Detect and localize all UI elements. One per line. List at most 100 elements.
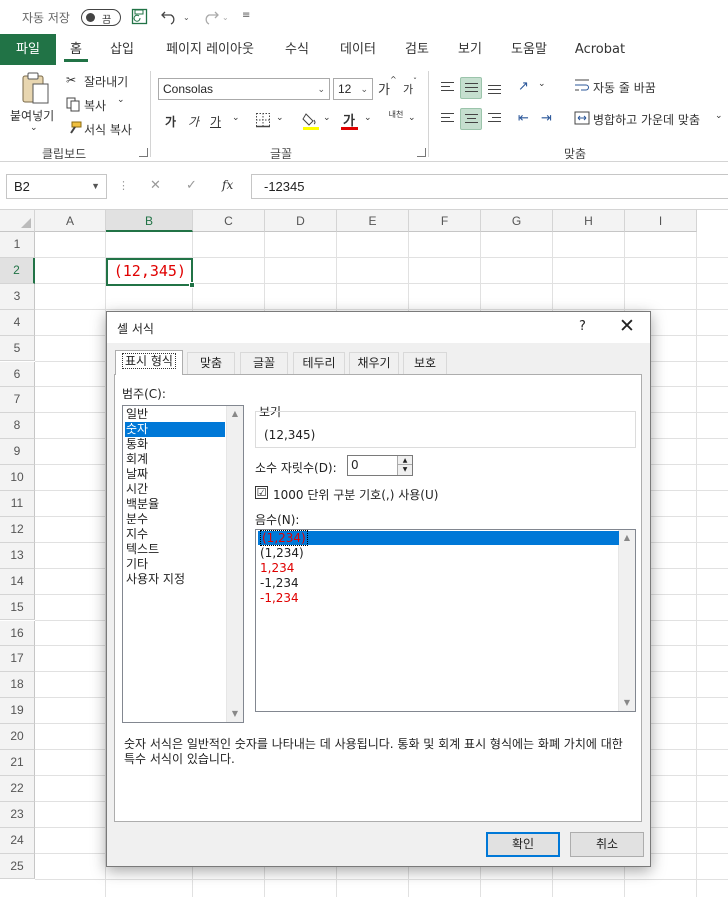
negative-format-item[interactable]: (1,234) [258, 530, 619, 546]
underline-button[interactable]: 가 [210, 113, 221, 130]
row-header-24[interactable]: 24 [0, 827, 35, 854]
borders-icon[interactable] [255, 112, 271, 131]
cancel-entry-icon[interactable]: ✕ [150, 178, 161, 193]
stepper-down-icon[interactable]: ▼ [398, 465, 412, 474]
italic-button[interactable]: 가 [188, 113, 199, 130]
row-header-17[interactable]: 17 [0, 646, 35, 673]
paste-button[interactable]: 붙여넣기 [10, 107, 54, 124]
shrink-font-button[interactable]: 가 [403, 81, 413, 97]
decrease-indent-icon[interactable]: ⇤ [518, 111, 529, 126]
column-header-g[interactable]: G [481, 210, 553, 232]
align-bottom-button[interactable] [484, 77, 506, 99]
scroll-up-icon[interactable]: ▲ [227, 406, 243, 422]
tab-number[interactable]: 표시 형식 [115, 350, 183, 375]
paste-icon[interactable] [20, 71, 50, 108]
category-item[interactable]: 백분율 [125, 497, 225, 512]
tab-home[interactable]: 홈 [62, 34, 90, 65]
borders-dropdown-icon[interactable]: ⌄ [276, 113, 284, 123]
merge-center-icon[interactable] [574, 110, 590, 129]
row-header-1[interactable]: 1 [0, 232, 35, 258]
paste-dropdown-icon[interactable]: ⌄ [30, 123, 38, 133]
tab-file[interactable]: 파일 [0, 34, 56, 65]
name-box-dropdown-icon[interactable]: ▼ [91, 175, 100, 198]
font-launcher-icon[interactable] [417, 148, 426, 157]
category-item[interactable]: 분수 [125, 512, 225, 527]
help-icon[interactable]: ? [579, 319, 586, 334]
cut-icon[interactable]: ✂ [66, 73, 76, 87]
thousands-separator-checkbox[interactable]: ☑ [255, 486, 268, 499]
enter-entry-icon[interactable]: ✓ [186, 178, 197, 193]
tab-alignment[interactable]: 맞춤 [187, 352, 235, 374]
category-item[interactable]: 일반 [125, 407, 225, 422]
undo-icon[interactable] [160, 8, 180, 26]
font-size-combo[interactable]: 12 ⌄ [333, 78, 373, 100]
align-right-button[interactable] [484, 108, 506, 130]
wrap-text-button[interactable]: 자동 줄 바꿈 [593, 79, 656, 96]
tab-acrobat[interactable]: Acrobat [572, 34, 628, 65]
negative-format-item[interactable]: -1,234 [258, 576, 619, 590]
row-header-2[interactable]: 2 [0, 257, 35, 284]
tab-help[interactable]: 도움말 [505, 34, 553, 65]
negative-list-scrollbar[interactable]: ▲ ▼ [618, 530, 635, 711]
negative-format-item[interactable]: -1,234 [258, 591, 619, 605]
column-header-a[interactable]: A [35, 210, 106, 232]
column-header-c[interactable]: C [193, 210, 265, 232]
category-item[interactable]: 사용자 지정 [125, 572, 225, 587]
column-header-b[interactable]: B [106, 210, 193, 232]
scroll-down-icon[interactable]: ▼ [227, 706, 243, 722]
category-item[interactable]: 숫자 [125, 422, 225, 437]
tab-protection[interactable]: 보호 [403, 352, 447, 374]
row-header-3[interactable]: 3 [0, 283, 35, 310]
increase-indent-icon[interactable]: ⇥ [541, 111, 552, 126]
row-header-9[interactable]: 9 [0, 439, 35, 466]
font-name-dropdown-icon[interactable]: ⌄ [317, 79, 325, 99]
format-painter-button[interactable]: 서식 복사 [84, 121, 132, 138]
column-header-e[interactable]: E [337, 210, 409, 232]
column-header-h[interactable]: H [553, 210, 625, 232]
tab-insert[interactable]: 삽입 [104, 34, 140, 65]
active-cell-b2[interactable]: (12,345) [106, 258, 195, 288]
grow-font-button[interactable]: 가 [378, 79, 390, 98]
tab-page-layout[interactable]: 페이지 레이아웃 [158, 34, 262, 65]
row-header-20[interactable]: 20 [0, 724, 35, 750]
phonetic-dropdown-icon[interactable]: ⌄ [408, 113, 416, 123]
insert-function-icon[interactable]: fx [222, 178, 233, 192]
align-top-button[interactable] [437, 77, 459, 99]
row-header-8[interactable]: 8 [0, 413, 35, 440]
row-header-5[interactable]: 5 [0, 335, 35, 362]
row-header-23[interactable]: 23 [0, 801, 35, 828]
bold-button[interactable]: 가 [165, 113, 176, 130]
negative-format-item[interactable]: (1,234) [258, 546, 619, 560]
tab-font[interactable]: 글꼴 [240, 352, 288, 374]
format-painter-icon[interactable] [66, 121, 82, 138]
copy-button[interactable]: 복사 [84, 97, 106, 114]
redo-icon[interactable] [200, 8, 220, 26]
name-box[interactable]: B2 ▼ [6, 174, 107, 199]
ok-button[interactable]: 확인 [486, 832, 560, 857]
row-header-21[interactable]: 21 [0, 750, 35, 776]
wrap-text-icon[interactable] [574, 77, 590, 96]
column-header-i[interactable]: I [625, 210, 697, 232]
cut-button[interactable]: 잘라내기 [84, 73, 128, 90]
merge-dropdown-icon[interactable]: ⌄ [715, 111, 723, 121]
row-header-22[interactable]: 22 [0, 775, 35, 802]
row-header-10[interactable]: 10 [0, 465, 35, 491]
underline-dropdown-icon[interactable]: ⌄ [232, 113, 240, 123]
copy-icon[interactable] [66, 97, 80, 115]
cancel-button[interactable]: 취소 [570, 832, 644, 857]
row-header-7[interactable]: 7 [0, 387, 35, 414]
row-header-6[interactable]: 6 [0, 361, 35, 388]
row-header-18[interactable]: 18 [0, 672, 35, 699]
undo-dropdown-icon[interactable]: ⌄ [183, 13, 190, 31]
save-icon[interactable] [131, 8, 148, 26]
decimal-places-stepper[interactable]: 0 ▲ ▼ [347, 455, 413, 476]
customize-toolbar-icon[interactable]: ≡ [242, 10, 250, 28]
close-icon[interactable]: ✕ [619, 315, 635, 337]
font-size-dropdown-icon[interactable]: ⌄ [360, 79, 368, 99]
row-header-12[interactable]: 12 [0, 516, 35, 543]
row-header-16[interactable]: 16 [0, 620, 35, 647]
formula-input[interactable]: -12345 [251, 174, 728, 199]
stepper-up-icon[interactable]: ▲ [398, 456, 412, 465]
row-header-14[interactable]: 14 [0, 568, 35, 595]
category-item[interactable]: 지수 [125, 527, 225, 542]
